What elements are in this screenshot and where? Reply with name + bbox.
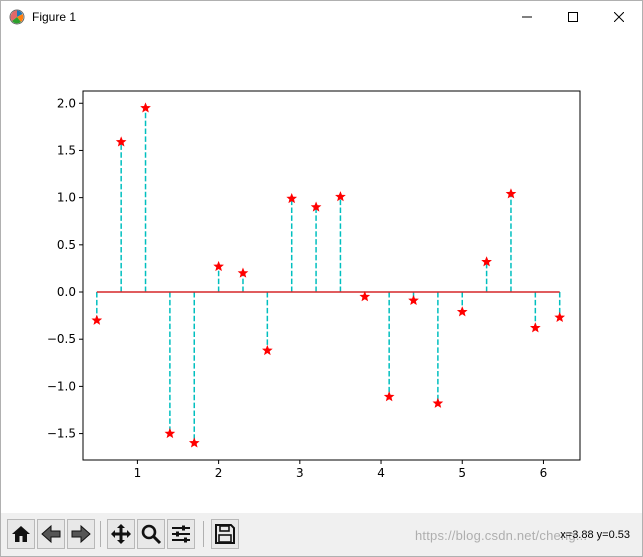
axes-frame [82,90,581,461]
x-tick-label: 3 [296,466,304,480]
minimize-icon [522,16,532,17]
close-button[interactable] [596,1,642,32]
forward-button[interactable] [67,519,95,549]
x-tick-label: 6 [540,466,548,480]
y-tick-label: −1.5 [47,427,76,441]
stem-chart: 1 2 3 4 5 6 −1.5 −1.0 −0.5 0.0 0.5 1.0 1.5 2.0 [47,90,581,480]
x-tick-label: 1 [134,466,142,480]
home-icon [12,526,30,542]
star-marker [140,102,151,113]
navigation-toolbar: https://blog.csdn.net/cheng... x=3.88 y=… [1,513,642,556]
x-tick-label: 2 [215,466,223,480]
x-tick-label: 5 [458,466,466,480]
arrow-right-icon [71,524,91,544]
star-marker [188,437,200,448]
y-tick-label: 0.0 [57,285,76,299]
star-marker [164,427,176,439]
star-marker [359,291,371,302]
minimize-button[interactable] [504,1,550,32]
magnifier-icon [141,524,162,545]
save-button[interactable] [211,519,239,549]
maximize-icon [568,11,578,22]
y-tick-label: −0.5 [47,332,76,346]
y-tick-label: −1.0 [47,379,76,393]
arrow-left-icon [41,524,61,544]
star-marker [408,294,419,306]
sliders-icon [172,525,190,543]
floppy-disk-icon [215,524,235,544]
star-marker [383,391,395,402]
close-icon [614,11,624,22]
y-tick-label: 1.0 [57,191,76,205]
figure-window: Figure 1 1 2 3 4 5 6 −1.5 −1.0 −0.5 0.0 0.5 1.0 1.5 2… [0,0,643,557]
toolbar-separator [100,521,101,547]
y-tick-label: 0.5 [57,238,76,252]
star-marker [456,306,468,317]
toolbar-separator [203,521,204,547]
maximize-button[interactable] [550,1,596,32]
home-button[interactable] [7,519,35,549]
y-tick-label: 2.0 [57,96,76,110]
configure-subplots-button[interactable] [167,519,195,549]
star-marker [213,260,224,272]
cursor-coordinates: x=3.88 y=0.53 [560,529,630,541]
star-marker [91,314,103,325]
title-bar: Figure 1 [1,1,642,32]
star-marker [432,397,444,408]
move-icon [111,524,131,544]
figure-canvas[interactable]: 1 2 3 4 5 6 −1.5 −1.0 −0.5 0.0 0.5 1.0 1.5 2.0 [1,32,642,513]
back-button[interactable] [37,519,65,549]
star-marker [529,322,541,333]
y-tick-label: 1.5 [57,143,76,157]
star-marker [554,311,566,323]
star-marker [335,191,346,202]
zoom-button[interactable] [137,519,165,549]
matplotlib-icon [9,9,25,25]
x-tick-label: 4 [377,466,385,480]
star-marker [262,344,273,356]
window-title: Figure 1 [32,10,77,24]
pan-button[interactable] [107,519,135,549]
